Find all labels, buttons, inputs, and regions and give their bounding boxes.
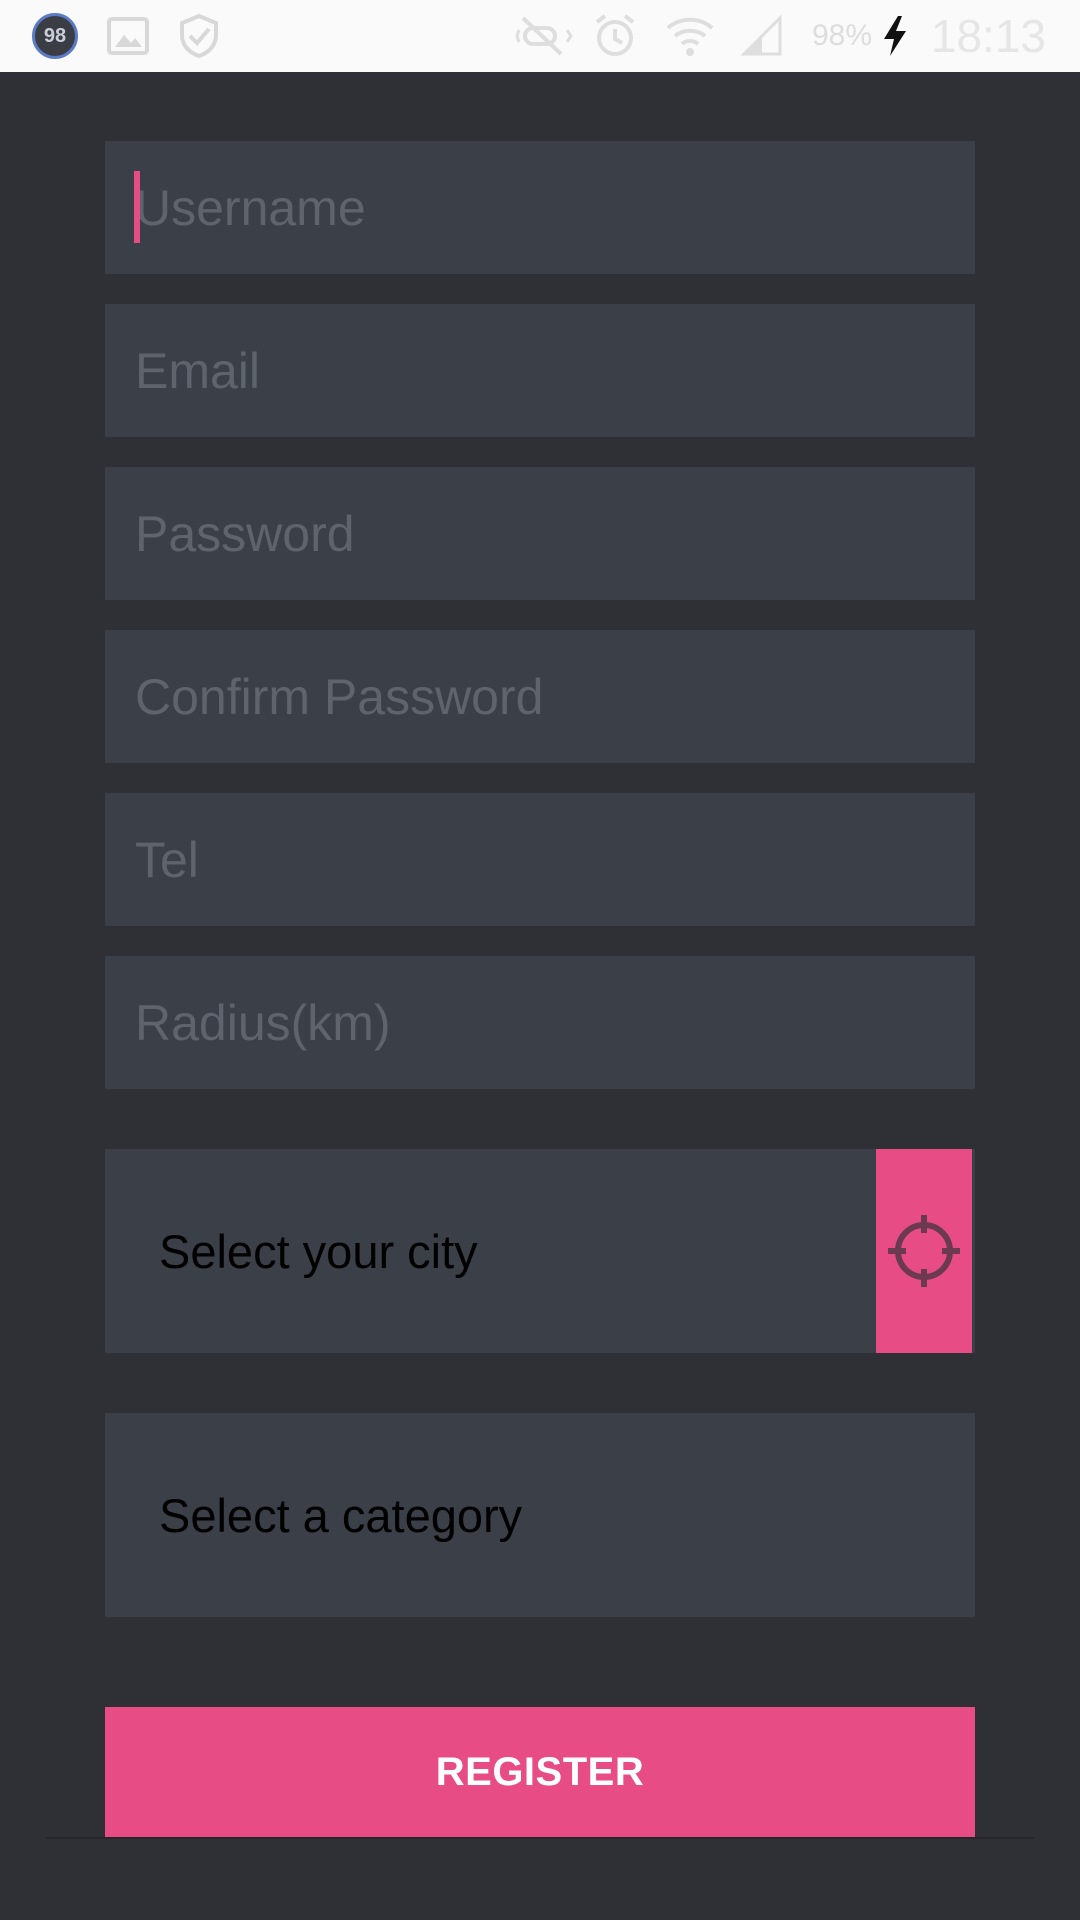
shield-check-icon [174,0,224,72]
text-cursor [134,171,140,243]
username-input[interactable] [105,141,975,274]
notification-count: 98 [32,13,78,59]
notification-badge: 98 [29,0,81,72]
confirm-password-input[interactable] [105,630,975,763]
wifi-icon [662,0,718,72]
gallery-icon [105,0,151,72]
password-input[interactable] [105,467,975,600]
divider [46,1837,1034,1839]
crosshair-icon [888,1215,960,1287]
email-input[interactable] [105,304,975,437]
locate-button[interactable] [876,1149,972,1353]
city-select[interactable]: Select your city [105,1149,975,1353]
register-button[interactable]: REGISTER [105,1707,975,1838]
password-field[interactable] [105,467,975,600]
alarm-icon [590,0,640,72]
tel-field[interactable] [105,793,975,926]
username-field[interactable] [105,141,975,274]
mute-icon [512,0,576,72]
battery-percent: 98% [811,19,872,52]
signal-icon [738,0,786,72]
status-bar: 98 98% 18:13 [0,0,1080,72]
confirm-password-field[interactable] [105,630,975,763]
status-time: 18:13 [930,10,1046,62]
tel-input[interactable] [105,793,975,926]
city-select-label: Select your city [159,1224,478,1278]
charging-icon [876,0,914,72]
radius-field[interactable] [105,956,975,1089]
category-select[interactable]: Select a category [105,1413,975,1617]
email-field[interactable] [105,304,975,437]
category-select-label: Select a category [159,1488,523,1542]
radius-input[interactable] [105,956,975,1089]
